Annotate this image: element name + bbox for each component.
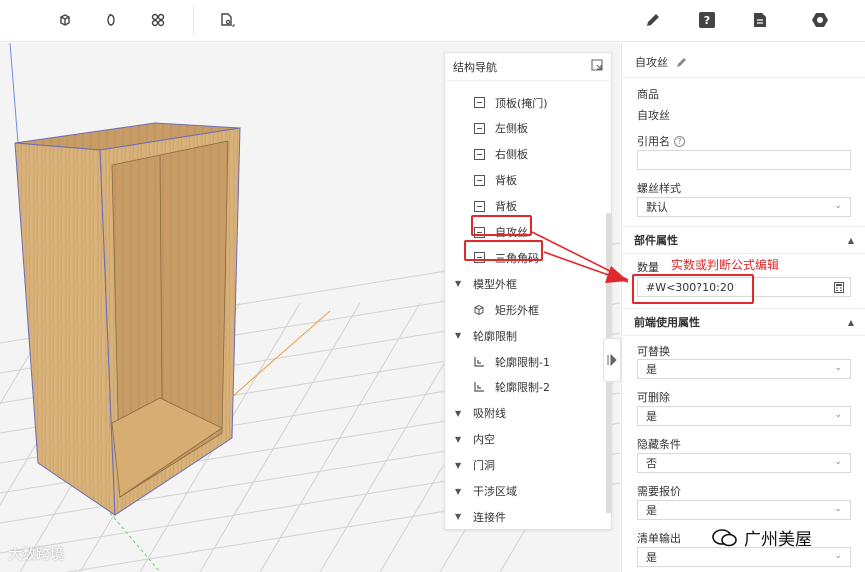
annotation-arrow	[531, 231, 629, 283]
annotation-text: 实数或判断公式编辑	[671, 258, 780, 272]
wechat-icon	[712, 528, 738, 548]
watermark-left-text: 大数跨境	[8, 547, 64, 563]
watermark-right-text: 广州美屋	[744, 530, 812, 550]
watermark-left: 大数跨境	[8, 544, 64, 564]
watermark-right: 广州美屋	[712, 525, 812, 550]
